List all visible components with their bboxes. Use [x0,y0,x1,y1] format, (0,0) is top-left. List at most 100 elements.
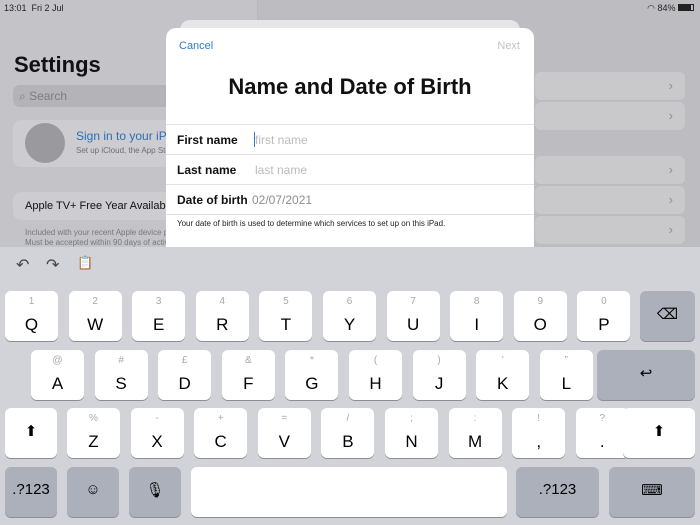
key-q[interactable]: 1Q [5,291,58,341]
shift-key[interactable]: ⬆ [5,408,57,458]
key-y[interactable]: 6Y [323,291,376,341]
detail-row[interactable]: › [535,156,685,184]
key-label: . [599,432,605,451]
key-l[interactable]: ” L [539,350,593,400]
delete-key[interactable]: ⌫ [640,291,695,341]
avatar [25,123,65,163]
key-secondary-label: # [118,355,124,366]
key-m[interactable]: :M [448,408,502,458]
redo-button[interactable]: ↷ [46,255,59,275]
key-w[interactable]: 2W [68,291,122,341]
key-i[interactable]: 8I [450,291,504,341]
key-secondary-label: = [281,413,288,424]
key-label: M [468,432,483,451]
key-label: R [216,315,229,334]
key-secondary-label: ” [564,355,568,366]
key-o[interactable]: 9O [513,291,567,341]
dictation-key[interactable]: 🎙 [129,467,181,517]
detail-row[interactable]: › [535,72,685,100]
key-k[interactable]: ’ K [476,350,530,400]
key-secondary-label: ( [373,355,378,366]
return-key[interactable]: ↩ [597,350,695,400]
key-label: , [536,432,542,451]
key-label: E [153,315,165,334]
date-of-birth-field[interactable]: Date of birth 02/07/2021 [166,184,534,214]
chevron-right-icon: › [668,78,673,93]
key-secondary-label: + [217,413,224,424]
chevron-right-icon: › [668,108,673,123]
key-p[interactable]: 0P [577,291,631,341]
cancel-button[interactable]: Cancel [179,40,213,52]
detail-row[interactable]: › [535,216,685,244]
key-r[interactable]: 4R [195,291,249,341]
dictation-icon: 🎙 [145,482,165,499]
key-label: O [533,315,547,334]
key-label: N [405,432,418,451]
promo-item[interactable]: Apple TV+ Free Year Available [13,192,175,220]
paste-button[interactable]: 📋 [77,255,93,271]
search-icon: ⌕ [19,89,30,103]
key-s[interactable]: # S [94,350,148,400]
key-h[interactable]: (H [349,350,402,400]
dismiss-keyboard-key[interactable]: ⌨ [609,467,695,517]
signin-card[interactable]: Sign in to your iPad Set up iCloud, the … [13,120,215,167]
detail-row[interactable]: › [535,186,685,214]
key-v[interactable]: = V [257,408,311,458]
key-label: P [598,315,610,334]
return-icon: ↩ [639,365,653,382]
key-comma[interactable]: !, [512,408,566,458]
detail-row[interactable]: › [535,102,685,130]
key-g[interactable]: * G [285,350,339,400]
undo-button[interactable]: ↶ [16,255,29,275]
key-t[interactable]: 5T [259,291,313,341]
space-key[interactable] [191,467,507,517]
key-secondary-label: ’ [501,355,504,366]
key-secondary-label: & [244,355,252,366]
key-label: L [561,374,572,393]
key-secondary-label: ; [410,413,413,424]
key-d[interactable]: £ D [158,350,212,400]
key-x[interactable]: -X [130,408,184,458]
shift-icon: ⬆ [24,423,38,440]
key-e[interactable]: 3E [132,291,186,341]
key-z[interactable]: % Z [67,408,120,458]
key-label: X [151,432,163,451]
search-input[interactable]: ⌕ Search [13,85,173,107]
key-secondary-label: 0 [601,296,607,307]
key-label: C [214,432,227,451]
key-label: A [51,374,64,393]
key-label: T [280,315,292,334]
key-secondary-label: ! [537,413,541,424]
numbers-key[interactable]: .?123 [5,467,57,517]
shift-right-icon: ⬆ [652,423,666,440]
last-name-field[interactable]: Last name last name [166,154,534,184]
key-f[interactable]: & F [221,350,275,400]
key-secondary-label: - [155,413,159,424]
key-label: S [115,374,127,393]
key-j[interactable]: ) J [412,350,466,400]
key-secondary-label: 7 [410,296,416,307]
key-a[interactable]: @ A [31,350,84,400]
emoji-key[interactable]: ☺ [67,467,119,517]
key-c[interactable]: + C [194,408,248,458]
signin-title: Sign in to your iPad [76,129,181,143]
numbers-icon: .?123 [12,481,50,498]
key-u[interactable]: 7U [386,291,440,341]
key-label: G [305,374,319,393]
name-dob-modal: Cancel Next Name and Date of Birth First… [166,28,534,248]
key-secondary-label: £ [181,355,188,366]
key-secondary-label: / [346,413,350,424]
modal-title: Name and Date of Birth [228,74,472,99]
first-name-field[interactable]: First name first name [166,124,534,154]
dismissboard-key-icon: ⌨ [641,482,663,499]
key-b[interactable]: / B [321,408,375,458]
key-period[interactable]: ?. [575,408,629,458]
key-n[interactable]: ; N [385,408,438,458]
key-label: H [369,374,382,393]
numbers-key-right[interactable]: .?123 [516,467,599,517]
key-label: K [497,374,509,393]
next-button[interactable]: Next [497,40,520,52]
promo-label: Apple TV+ Free Year Available [25,200,175,212]
shift-key-right[interactable]: ⬆ [623,408,695,458]
chevron-right-icon: › [668,162,673,177]
